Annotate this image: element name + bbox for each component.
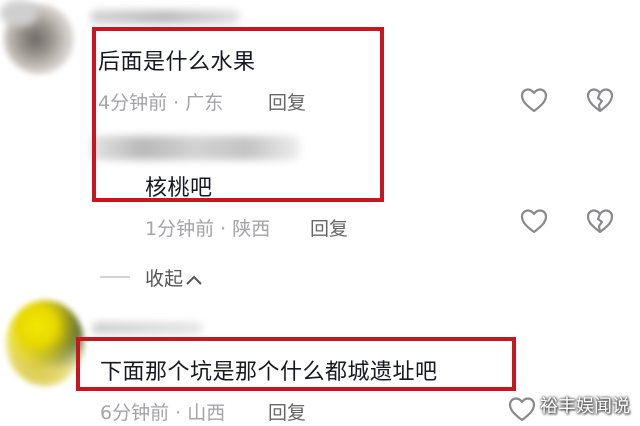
- reply-button[interactable]: 回复: [310, 214, 348, 241]
- reply-commenter-avatar[interactable]: [0, 0, 38, 26]
- collapse-replies-button[interactable]: 收起: [145, 264, 203, 291]
- collapse-label: 收起: [145, 268, 184, 290]
- dislike-broken-heart-icon[interactable]: [586, 208, 614, 234]
- dislike-broken-heart-icon[interactable]: [586, 87, 614, 113]
- reply-comment-meta: 1分钟前 · 陕西: [145, 218, 271, 240]
- commenter-name-blurred[interactable]: [90, 10, 240, 24]
- highlight-box: [76, 337, 516, 391]
- reply-button[interactable]: 回复: [268, 398, 306, 425]
- watermark: 裕丰娱闻说: [540, 396, 630, 417]
- collapse-divider: [100, 276, 130, 278]
- like-heart-icon[interactable]: [508, 396, 536, 422]
- like-heart-icon[interactable]: [520, 87, 548, 113]
- chevron-up-icon: [185, 268, 203, 290]
- highlight-box: [92, 27, 384, 202]
- commenter-name-blurred[interactable]: [92, 322, 202, 334]
- commenter-avatar[interactable]: [6, 300, 84, 386]
- comment-meta: 6分钟前 · 山西: [100, 402, 226, 424]
- like-heart-icon[interactable]: [520, 208, 548, 234]
